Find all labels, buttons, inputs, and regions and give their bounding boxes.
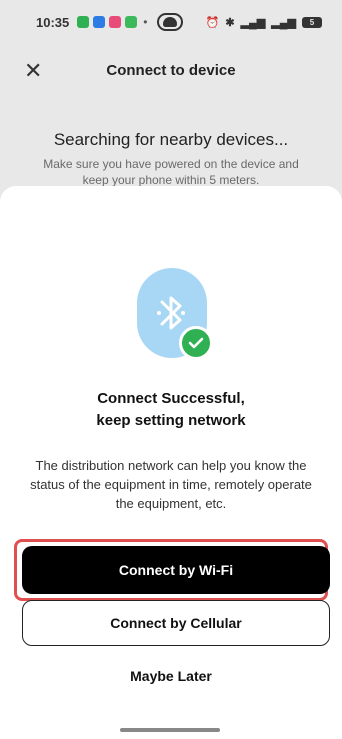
- battery-icon: 5: [302, 16, 322, 28]
- description: The distribution network can help you kn…: [30, 458, 312, 511]
- status-right: ⏰ ✱ ▂▄▆ ▂▄▆ 5: [206, 16, 322, 29]
- connect-cellular-button[interactable]: Connect by Cellular: [22, 600, 330, 646]
- page-title: Connect to device: [106, 61, 236, 79]
- signal-icon-2: ▂▄▆: [271, 16, 296, 29]
- header: ✕ Connect to device: [0, 50, 342, 90]
- app-notification-icon: [93, 16, 106, 28]
- success-title-line1: Connect Successful,: [97, 390, 245, 407]
- status-time: 10:35: [36, 14, 70, 30]
- close-icon[interactable]: ✕: [24, 60, 42, 82]
- maybe-later-button[interactable]: Maybe Later: [100, 662, 242, 690]
- success-title: Connect Successful, keep setting network: [0, 388, 342, 432]
- bluetooth-connected-graphic: [137, 268, 213, 360]
- bluetooth-icon: [157, 296, 185, 330]
- check-icon: [179, 326, 213, 360]
- bluetooth-status-icon: ✱: [225, 16, 235, 29]
- success-title-line2: keep setting network: [96, 412, 246, 429]
- searching-subtitle: Make sure you have powered on the device…: [43, 157, 299, 187]
- alarm-icon: ⏰: [205, 16, 220, 29]
- connect-wifi-button[interactable]: Connect by Wi-Fi: [22, 546, 330, 594]
- cast-icon: [157, 13, 184, 31]
- home-indicator[interactable]: [120, 728, 220, 732]
- status-bar: 10:35 • ⏰ ✱ ▂▄▆ ▂▄▆ 5: [0, 0, 342, 44]
- mail-notification-icon: [109, 16, 122, 28]
- chat-notification-icon: [125, 16, 138, 28]
- searching-title: Searching for nearby devices...: [53, 130, 289, 149]
- message-notification-icon: [77, 16, 90, 28]
- more-notifications-dot: •: [143, 15, 148, 29]
- signal-icon-1: ▂▄▆: [240, 16, 266, 29]
- notification-icons: [77, 16, 138, 28]
